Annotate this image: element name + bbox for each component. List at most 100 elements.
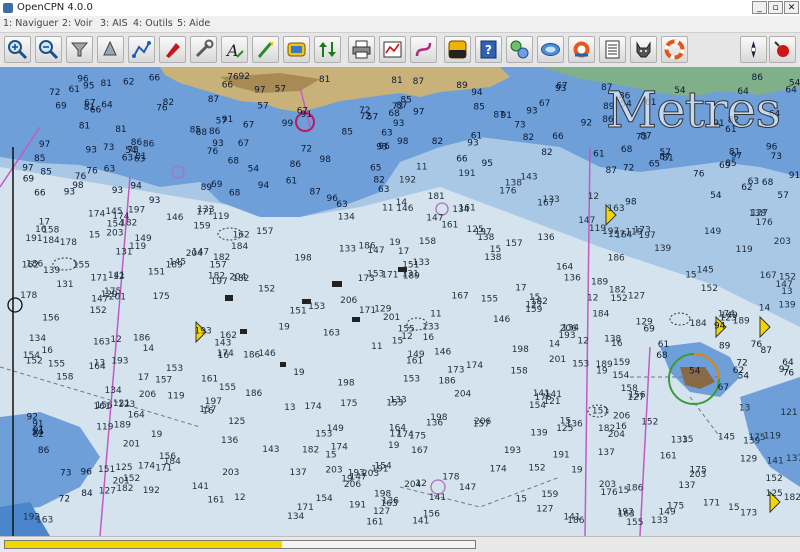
zoom-out-button[interactable] [35,36,62,63]
depth-sounding: 161 [660,452,677,462]
depth-sounding: 191 [458,169,475,179]
depth-sounding: 76 [227,73,239,83]
depth-sounding: 174 [466,361,483,371]
depth-sounding: 155 [73,261,90,271]
depth-sounding: 127 [628,292,645,302]
depth-sounding: 193 [195,327,212,337]
depth-sounding: 193 [111,356,128,366]
depth-sounding: 93 [467,139,478,149]
color-scheme-button[interactable] [444,36,471,63]
title-bar: OpenCPN 4.0.0 _ ▫ ✕ [0,0,800,17]
depth-sounding: 133 [651,516,668,526]
depth-sounding: 197 [205,397,222,407]
zoom-in-button[interactable] [4,36,31,63]
depth-sounding: 136 [221,436,238,446]
depth-sounding: 201 [549,355,566,365]
depth-sounding: 163 [93,337,110,347]
depth-sounding: 201 [109,292,126,302]
depth-sounding: 178 [20,291,37,301]
route-button[interactable] [128,36,155,63]
menu-item-aide[interactable]: 5: Aide [177,18,210,29]
mob-button[interactable] [568,36,595,63]
chart-button[interactable] [537,36,564,63]
tide-button[interactable] [283,36,310,63]
minimize-button[interactable]: _ [752,1,767,14]
compass-button[interactable] [740,36,767,63]
depth-sounding: 11 [371,342,382,352]
depth-sounding: 192 [143,486,160,496]
dog-button[interactable] [630,36,657,63]
depth-sounding: 203 [106,228,123,238]
depth-sounding: 87 [208,95,219,105]
depth-sounding: 93 [86,145,97,155]
depth-sounding: 158 [42,225,59,235]
depth-sounding: 17 [515,284,526,294]
record-button[interactable] [769,36,796,63]
depth-sounding: 158 [419,237,436,247]
text-button[interactable]: A [221,36,248,63]
depth-sounding: 181 [428,192,445,202]
print-icon [352,40,371,59]
route-manager-button[interactable] [379,36,406,63]
chart-canvas[interactable]: 155 182 96 63 93 161 167 72 12 189 167 152 161 164 84 1… [0,67,800,536]
depth-sounding: 162 [220,331,237,341]
scale-in-button[interactable] [66,36,93,63]
depth-sounding: 175 [340,399,357,409]
rock-blob [280,362,286,367]
maximize-button[interactable]: ▫ [768,1,783,14]
current-button[interactable] [252,36,279,63]
depth-sounding: 134 [29,334,46,344]
settings-button[interactable] [190,36,217,63]
depth-sounding: 149 [135,234,152,244]
status-bar [0,536,800,552]
depth-sounding: 69 [55,101,67,111]
print-button[interactable] [348,36,375,63]
depth-sounding: 73 [771,152,782,162]
depth-sounding: 164 [89,362,106,372]
depth-sounding: 146 [493,315,510,325]
depth-sounding: 161 [366,518,383,528]
depth-sounding: 157 [256,227,273,237]
depth-sounding: 61 [658,340,669,350]
depth-sounding: 81 [101,79,112,89]
depth-sounding: 137 [678,481,695,491]
depth-sounding: 63 [336,200,347,210]
depth-sounding: 174 [138,462,155,472]
depth-sounding: 152 [701,284,718,294]
scale-out-button[interactable] [97,36,124,63]
depth-sounding: 85 [40,168,51,178]
depth-sounding: 97 [731,151,742,161]
depth-sounding: 12 [588,192,599,202]
list-button[interactable] [599,36,626,63]
depth-sounding: 136 [564,274,581,284]
progress-fill [5,541,283,548]
close-button[interactable]: ✕ [784,1,799,14]
track-button[interactable] [410,36,437,63]
menu-item-voir[interactable]: 2: Voir [62,18,92,29]
depth-sounding: 186 [567,516,584,526]
depth-sounding: 121 [780,408,797,418]
depth-sounding: 67 [718,383,729,393]
menu-item-ais[interactable]: 3: AIS [100,18,128,29]
depth-sounding: 186 [608,254,625,264]
depth-sounding: 72 [59,495,70,505]
depth-sounding: 93 [149,196,160,206]
depth-sounding: 146 [434,347,451,357]
menu-item-outils[interactable]: 4: Outils [133,18,173,29]
auto-follow-button[interactable] [159,36,186,63]
depth-sounding: 156 [96,401,113,411]
plugin-button[interactable] [506,36,533,63]
depth-sounding: 82 [541,148,552,158]
depth-sounding: 197 [602,227,619,237]
ais-button[interactable] [314,36,341,63]
depth-sounding: 145 [718,432,735,442]
lifebuoy-button[interactable] [661,36,688,63]
depth-sounding: 81 [79,121,90,131]
depth-sounding: 119 [167,392,184,402]
depth-sounding: 119 [212,212,229,222]
menu-item-naviguer[interactable]: 1: Naviguer [3,18,58,29]
help-button[interactable]: ? [475,36,502,63]
depth-sounding: 68 [621,145,633,155]
depth-sounding: 145 [105,207,122,217]
depth-sounding: 153 [166,364,183,374]
